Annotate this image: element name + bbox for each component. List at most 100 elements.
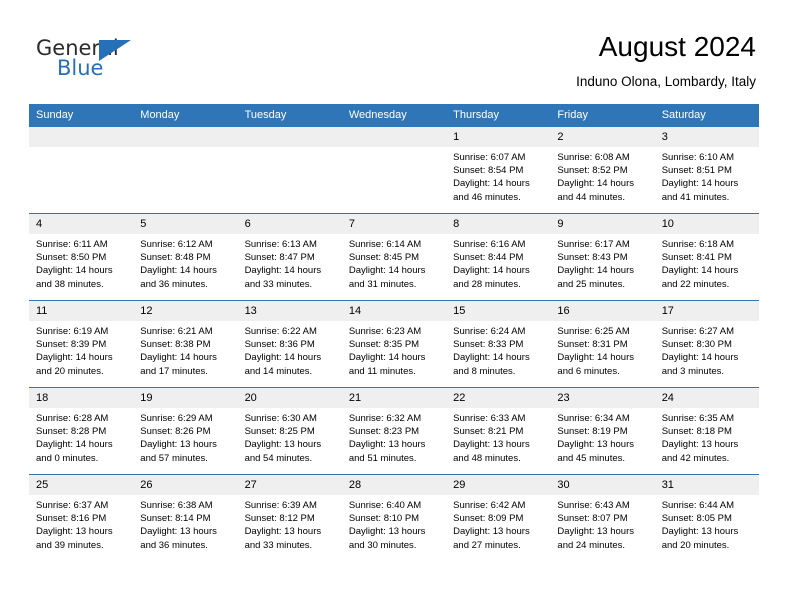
calendar-day-cell[interactable]: 21 Sunrise: 6:32 AM Sunset: 8:23 PM Dayligh… <box>341 387 447 475</box>
day-detail-line: and 28 minutes. <box>453 278 521 290</box>
day-detail-line: Daylight: 13 hours <box>661 526 739 538</box>
day-cell-inner: 22 Sunrise: 6:33 AM Sunset: 8:21 PM Dayligh… <box>446 388 551 474</box>
calendar-day-cell[interactable]: 11 Sunrise: 6:19 AM Sunset: 8:39 PM Dayligh… <box>29 300 134 388</box>
day-detail-line: Sunset: 8:07 PM <box>557 513 628 525</box>
sunrise-sunset-calendar: Sunday Monday Tuesday Wednesday Thursday Frid… <box>29 104 759 561</box>
day-detail-line: Sunrise: 6:40 AM <box>348 500 422 511</box>
day-detail-line: Sunrise: 6:12 AM <box>140 239 213 250</box>
calendar-day-cell[interactable]: 30 Sunrise: 6:43 AM Sunset: 8:07 PM Dayligh… <box>550 474 655 561</box>
day-details: Sunrise: 6:17 AM Sunset: 8:43 PM Daylight:… <box>550 234 654 291</box>
day-cell-inner: 26 Sunrise: 6:38 AM Sunset: 8:14 PM Dayligh… <box>133 475 238 561</box>
day-detail-line: Daylight: 14 hours <box>453 352 530 364</box>
day-number: 9 <box>550 214 655 234</box>
day-detail-line: and 6 minutes. <box>557 365 620 377</box>
day-detail-line: and 24 minutes. <box>557 539 626 551</box>
calendar-day-cell[interactable]: 22 Sunrise: 6:33 AM Sunset: 8:21 PM Dayligh… <box>446 387 551 475</box>
day-details: Sunrise: 6:43 AM Sunset: 8:07 PM Daylight:… <box>550 495 654 552</box>
calendar-day-cell[interactable]: 23 Sunrise: 6:34 AM Sunset: 8:19 PM Dayligh… <box>550 387 655 475</box>
calendar-day-cell[interactable]: 10 Sunrise: 6:18 AM Sunset: 8:41 PM Dayligh… <box>654 213 759 301</box>
day-details: Sunrise: 6:21 AM Sunset: 8:38 PM Daylight:… <box>133 321 237 378</box>
calendar-day-cell[interactable]: 15 Sunrise: 6:24 AM Sunset: 8:33 PM Dayligh… <box>446 300 551 388</box>
day-detail-line: Sunrise: 6:33 AM <box>453 413 526 424</box>
day-detail-line: Sunrise: 6:19 AM <box>36 326 109 337</box>
calendar-day-cell-empty <box>341 127 447 214</box>
day-detail-line: Daylight: 14 hours <box>244 265 322 277</box>
calendar-day-cell[interactable]: 24 Sunrise: 6:35 AM Sunset: 8:18 PM Dayligh… <box>654 387 759 475</box>
day-detail-line: and 48 minutes. <box>453 452 521 464</box>
calendar-day-cell[interactable]: 13 Sunrise: 6:22 AM Sunset: 8:36 PM Dayligh… <box>237 300 342 388</box>
day-detail-line: and 20 minutes. <box>661 539 730 551</box>
day-number: 27 <box>237 475 342 495</box>
day-details <box>29 147 133 151</box>
calendar-day-cell[interactable]: 5 Sunrise: 6:12 AM Sunset: 8:48 PM Daylight… <box>133 213 238 301</box>
calendar-day-cell[interactable]: 26 Sunrise: 6:38 AM Sunset: 8:14 PM Dayligh… <box>133 474 238 561</box>
day-detail-line: and 20 minutes. <box>36 365 104 377</box>
day-details: Sunrise: 6:29 AM Sunset: 8:26 PM Daylight:… <box>133 408 237 465</box>
day-number: 17 <box>654 301 759 321</box>
day-detail-line: Sunset: 8:39 PM <box>36 339 107 351</box>
day-detail-line: Sunrise: 6:10 AM <box>661 152 735 163</box>
calendar-day-cell[interactable]: 20 Sunrise: 6:30 AM Sunset: 8:25 PM Dayligh… <box>237 387 342 475</box>
day-number: 24 <box>654 388 759 408</box>
calendar-day-cell[interactable]: 14 Sunrise: 6:23 AM Sunset: 8:35 PM Dayligh… <box>341 300 447 388</box>
day-detail-line: Sunrise: 6:25 AM <box>557 326 630 337</box>
calendar-day-cell[interactable]: 31 Sunrise: 6:44 AM Sunset: 8:05 PM Dayligh… <box>654 474 759 561</box>
day-detail-line: Sunset: 8:23 PM <box>348 426 420 438</box>
day-detail-line: Sunrise: 6:22 AM <box>244 326 317 337</box>
calendar-day-cell[interactable]: 25 Sunrise: 6:37 AM Sunset: 8:16 PM Dayligh… <box>29 474 134 561</box>
day-details: Sunrise: 6:27 AM Sunset: 8:30 PM Daylight:… <box>655 321 759 378</box>
calendar-day-cell[interactable]: 7 Sunrise: 6:14 AM Sunset: 8:45 PM Daylight… <box>341 213 447 301</box>
calendar-day-cell[interactable]: 6 Sunrise: 6:13 AM Sunset: 8:47 PM Daylight… <box>237 213 342 301</box>
day-detail-line: Sunrise: 6:17 AM <box>557 239 630 250</box>
day-detail-line: Sunset: 8:43 PM <box>557 252 628 264</box>
day-cell-inner: 16 Sunrise: 6:25 AM Sunset: 8:31 PM Dayligh… <box>550 301 655 387</box>
day-details: Sunrise: 6:16 AM Sunset: 8:44 PM Daylight:… <box>446 234 550 291</box>
day-cell-inner: 18 Sunrise: 6:28 AM Sunset: 8:28 PM Dayligh… <box>29 388 134 474</box>
calendar-day-cell[interactable]: 3 Sunrise: 6:10 AM Sunset: 8:51 PM Daylight… <box>654 127 759 214</box>
day-detail-line: Sunrise: 6:35 AM <box>661 413 735 424</box>
day-detail-line: and 46 minutes. <box>453 191 521 203</box>
day-detail-line: and 11 minutes. <box>348 365 416 377</box>
day-detail-line: Sunrise: 6:30 AM <box>244 413 317 424</box>
calendar-day-cell[interactable]: 16 Sunrise: 6:25 AM Sunset: 8:31 PM Dayligh… <box>550 300 655 388</box>
day-detail-line: Daylight: 13 hours <box>36 526 113 538</box>
calendar-day-cell[interactable]: 27 Sunrise: 6:39 AM Sunset: 8:12 PM Dayligh… <box>237 474 342 561</box>
day-detail-line: Daylight: 13 hours <box>244 439 322 451</box>
day-detail-line: Daylight: 14 hours <box>36 352 113 364</box>
day-detail-line: and 31 minutes. <box>348 278 417 290</box>
day-number: 6 <box>237 214 342 234</box>
calendar-page: General Blue August 2024 Induno Olona, L… <box>0 0 792 612</box>
day-details <box>342 147 446 151</box>
calendar-day-cell[interactable]: 19 Sunrise: 6:29 AM Sunset: 8:26 PM Dayligh… <box>133 387 238 475</box>
day-number: 29 <box>446 475 551 495</box>
day-detail-line: Daylight: 14 hours <box>348 265 426 277</box>
day-detail-line: Sunrise: 6:38 AM <box>140 500 213 511</box>
calendar-day-cell[interactable]: 28 Sunrise: 6:40 AM Sunset: 8:10 PM Dayligh… <box>341 474 447 561</box>
calendar-day-cell[interactable]: 1 Sunrise: 6:07 AM Sunset: 8:54 PM Daylight… <box>446 127 551 214</box>
day-detail-line: Sunset: 8:12 PM <box>244 513 315 525</box>
day-number: 16 <box>550 301 655 321</box>
calendar-day-cell[interactable]: 18 Sunrise: 6:28 AM Sunset: 8:28 PM Dayligh… <box>29 387 134 475</box>
calendar-day-cell[interactable]: 17 Sunrise: 6:27 AM Sunset: 8:30 PM Dayligh… <box>654 300 759 388</box>
calendar-day-cell[interactable]: 29 Sunrise: 6:42 AM Sunset: 8:09 PM Dayligh… <box>446 474 551 561</box>
calendar-day-cell[interactable]: 9 Sunrise: 6:17 AM Sunset: 8:43 PM Daylight… <box>550 213 655 301</box>
logo-triangle-icon <box>99 40 131 61</box>
day-number: 10 <box>654 214 759 234</box>
general-blue-logo[interactable]: General Blue <box>36 36 156 82</box>
day-cell-inner: 15 Sunrise: 6:24 AM Sunset: 8:33 PM Dayligh… <box>446 301 551 387</box>
day-detail-line: and 38 minutes. <box>36 278 104 290</box>
day-detail-line: and 0 minutes. <box>36 452 99 464</box>
day-detail-line: Sunrise: 6:23 AM <box>348 326 422 337</box>
calendar-day-cell[interactable]: 4 Sunrise: 6:11 AM Sunset: 8:50 PM Daylight… <box>29 213 134 301</box>
day-details: Sunrise: 6:10 AM Sunset: 8:51 PM Daylight:… <box>655 147 759 204</box>
day-number: 25 <box>29 475 134 495</box>
day-detail-line: Sunset: 8:05 PM <box>661 513 732 525</box>
day-detail-line: Sunset: 8:21 PM <box>453 426 524 438</box>
calendar-day-cell[interactable]: 2 Sunrise: 6:08 AM Sunset: 8:52 PM Daylight… <box>550 127 655 214</box>
page-title: August 2024 <box>598 31 756 62</box>
calendar-day-cell[interactable]: 12 Sunrise: 6:21 AM Sunset: 8:38 PM Dayligh… <box>133 300 238 388</box>
calendar-day-cell[interactable]: 8 Sunrise: 6:16 AM Sunset: 8:44 PM Daylight… <box>446 213 551 301</box>
day-detail-line: and 42 minutes. <box>661 452 730 464</box>
day-details: Sunrise: 6:22 AM Sunset: 8:36 PM Daylight:… <box>238 321 342 378</box>
day-detail-line: Sunrise: 6:43 AM <box>557 500 630 511</box>
